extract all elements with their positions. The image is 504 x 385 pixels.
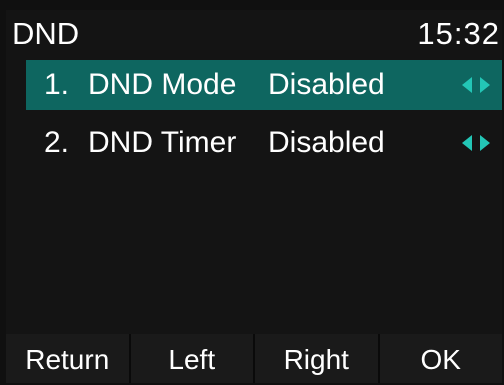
left-softkey[interactable]: Left xyxy=(131,334,255,383)
softkey-bar: Return Left Right OK xyxy=(6,334,502,383)
menu-item-dnd-mode[interactable]: 1. DND Mode Disabled xyxy=(26,60,502,110)
menu-item-dnd-timer[interactable]: 2. DND Timer Disabled xyxy=(26,118,502,168)
return-softkey[interactable]: Return xyxy=(6,334,131,383)
status-bar: DND 15:32 xyxy=(6,10,502,58)
menu-item-value[interactable]: Disabled xyxy=(268,118,385,168)
menu-item-label: DND Mode xyxy=(88,68,237,101)
right-softkey[interactable]: Right xyxy=(255,334,380,383)
menu-item-label: DND Timer xyxy=(88,126,237,159)
menu-item-index: 2. xyxy=(44,126,70,159)
left-right-arrows-icon[interactable] xyxy=(462,77,490,93)
menu-item-value[interactable]: Disabled xyxy=(268,60,385,110)
ok-softkey[interactable]: OK xyxy=(380,334,503,383)
menu-list: 1. DND Mode Disabled 2. DND Timer Disabl… xyxy=(26,60,502,176)
screen-title: DND xyxy=(12,16,80,51)
clock: 15:32 xyxy=(417,16,500,51)
left-right-arrows-icon[interactable] xyxy=(462,135,490,151)
phone-screen: DND 15:32 1. DND Mode Disabled 2. DND Ti… xyxy=(6,10,502,383)
menu-item-index: 1. xyxy=(44,68,70,101)
